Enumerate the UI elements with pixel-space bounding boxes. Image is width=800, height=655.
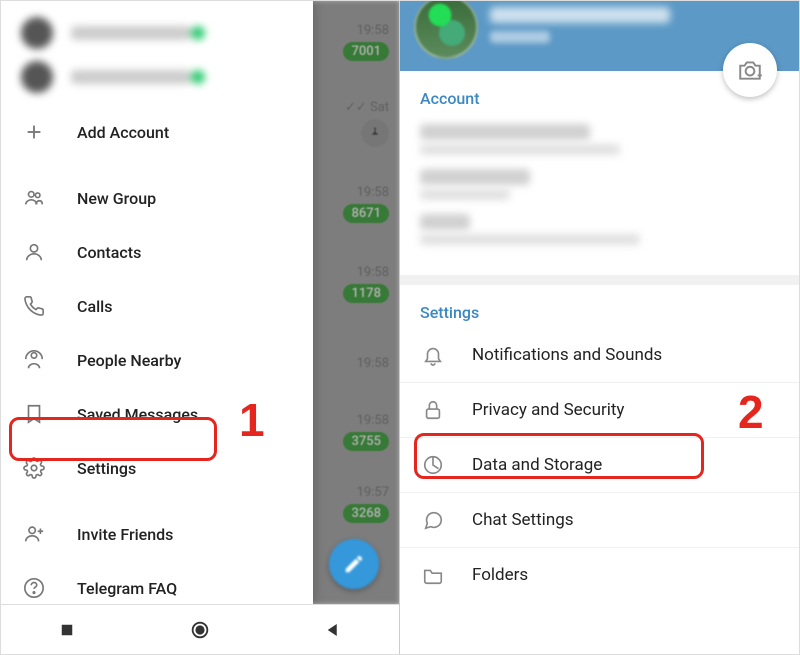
settings-label: Notifications and Sounds (472, 345, 662, 365)
settings-label: Privacy and Security (472, 400, 624, 420)
profile-status-blur (490, 31, 550, 43)
account-info-block (400, 124, 799, 285)
menu-label: Invite Friends (77, 525, 173, 544)
settings-item-privacy[interactable]: Privacy and Security (400, 383, 799, 438)
menu-label: New Group (77, 189, 156, 208)
folder-icon (420, 564, 446, 586)
phone-caption-blur (420, 144, 620, 155)
avatar (21, 61, 53, 93)
settings-label: Folders (472, 565, 528, 585)
account-name-blur (71, 70, 191, 84)
account-row[interactable] (1, 11, 313, 55)
online-indicator-icon (191, 70, 205, 84)
bell-icon (420, 344, 446, 366)
username-caption-blur (420, 189, 510, 200)
plus-icon (21, 121, 47, 143)
online-indicator-icon (191, 26, 205, 40)
chat-row-time: 19:58 3755 (314, 399, 389, 464)
left-screenshot: 19:58 7001 ✓✓ Sat 19:58 8671 19:58 1178 … (1, 1, 400, 654)
menu-label: Calls (77, 297, 112, 316)
bio-caption-blur (420, 234, 640, 245)
menu-label: Saved Messages (77, 405, 198, 424)
section-title-settings: Settings (400, 285, 799, 328)
menu-label: Telegram FAQ (77, 579, 177, 598)
settings-label: Data and Storage (472, 455, 602, 475)
menu-label: Settings (77, 459, 136, 478)
settings-item-data[interactable]: Data and Storage (400, 438, 799, 493)
account-name-blur (71, 26, 191, 40)
avatar (21, 17, 53, 49)
menu-label: People Nearby (77, 351, 181, 370)
settings-item-folders[interactable]: Folders (400, 548, 799, 602)
menu-item-saved-messages[interactable]: Saved Messages (1, 387, 313, 441)
help-icon (21, 577, 47, 599)
menu-item-people-nearby[interactable]: People Nearby (1, 333, 313, 387)
profile-name-blur (490, 7, 670, 23)
menu-item-invite-friends[interactable]: Invite Friends (1, 507, 313, 561)
menu-item-contacts[interactable]: Contacts (1, 225, 313, 279)
compose-fab[interactable] (329, 539, 379, 589)
group-icon (21, 187, 47, 209)
nav-back-icon[interactable] (324, 621, 342, 639)
bio-label-blur[interactable] (420, 214, 470, 230)
username-blur[interactable] (420, 169, 530, 185)
chat-row-time: 19:58 (314, 331, 389, 396)
profile-avatar[interactable] (414, 1, 478, 59)
phone-icon (21, 295, 47, 317)
invite-icon (21, 523, 47, 545)
nav-recent-icon[interactable] (58, 621, 76, 639)
chat-row-time: 19:57 3268 (314, 471, 389, 536)
pin-icon (361, 119, 389, 147)
account-row[interactable] (1, 55, 313, 99)
menu-item-calls[interactable]: Calls (1, 279, 313, 333)
menu-label: Add Account (77, 123, 169, 142)
settings-item-notifications[interactable]: Notifications and Sounds (400, 328, 799, 383)
bookmark-icon (21, 403, 47, 425)
lock-icon (420, 399, 446, 421)
android-navbar (1, 604, 399, 654)
chat-row-time: 19:58 8671 (314, 171, 389, 236)
camera-icon (737, 57, 763, 83)
right-screenshot: Account Settings Notifications and Sound… (400, 1, 799, 654)
add-account-button[interactable]: Add Account (1, 105, 313, 159)
menu-item-settings[interactable]: Settings (1, 441, 313, 495)
chat-row-time: 19:58 7001 (314, 9, 389, 74)
chat-row-time: ✓✓ Sat (314, 91, 389, 156)
gear-icon (21, 457, 47, 479)
settings-label: Chat Settings (472, 510, 574, 530)
menu-label: Contacts (77, 243, 141, 262)
nearby-icon (21, 349, 47, 371)
account-list (1, 1, 313, 105)
settings-item-chat[interactable]: Chat Settings (400, 493, 799, 548)
navigation-drawer: Add Account New Group Contacts Calls (1, 1, 313, 604)
chat-row-time: 19:58 1178 (314, 251, 389, 316)
phone-number-blur[interactable] (420, 124, 590, 140)
chat-icon (420, 509, 446, 531)
data-usage-icon (420, 454, 446, 476)
contact-icon (21, 241, 47, 263)
menu-item-new-group[interactable]: New Group (1, 171, 313, 225)
change-photo-button[interactable] (723, 43, 777, 97)
nav-home-icon[interactable] (189, 619, 211, 641)
